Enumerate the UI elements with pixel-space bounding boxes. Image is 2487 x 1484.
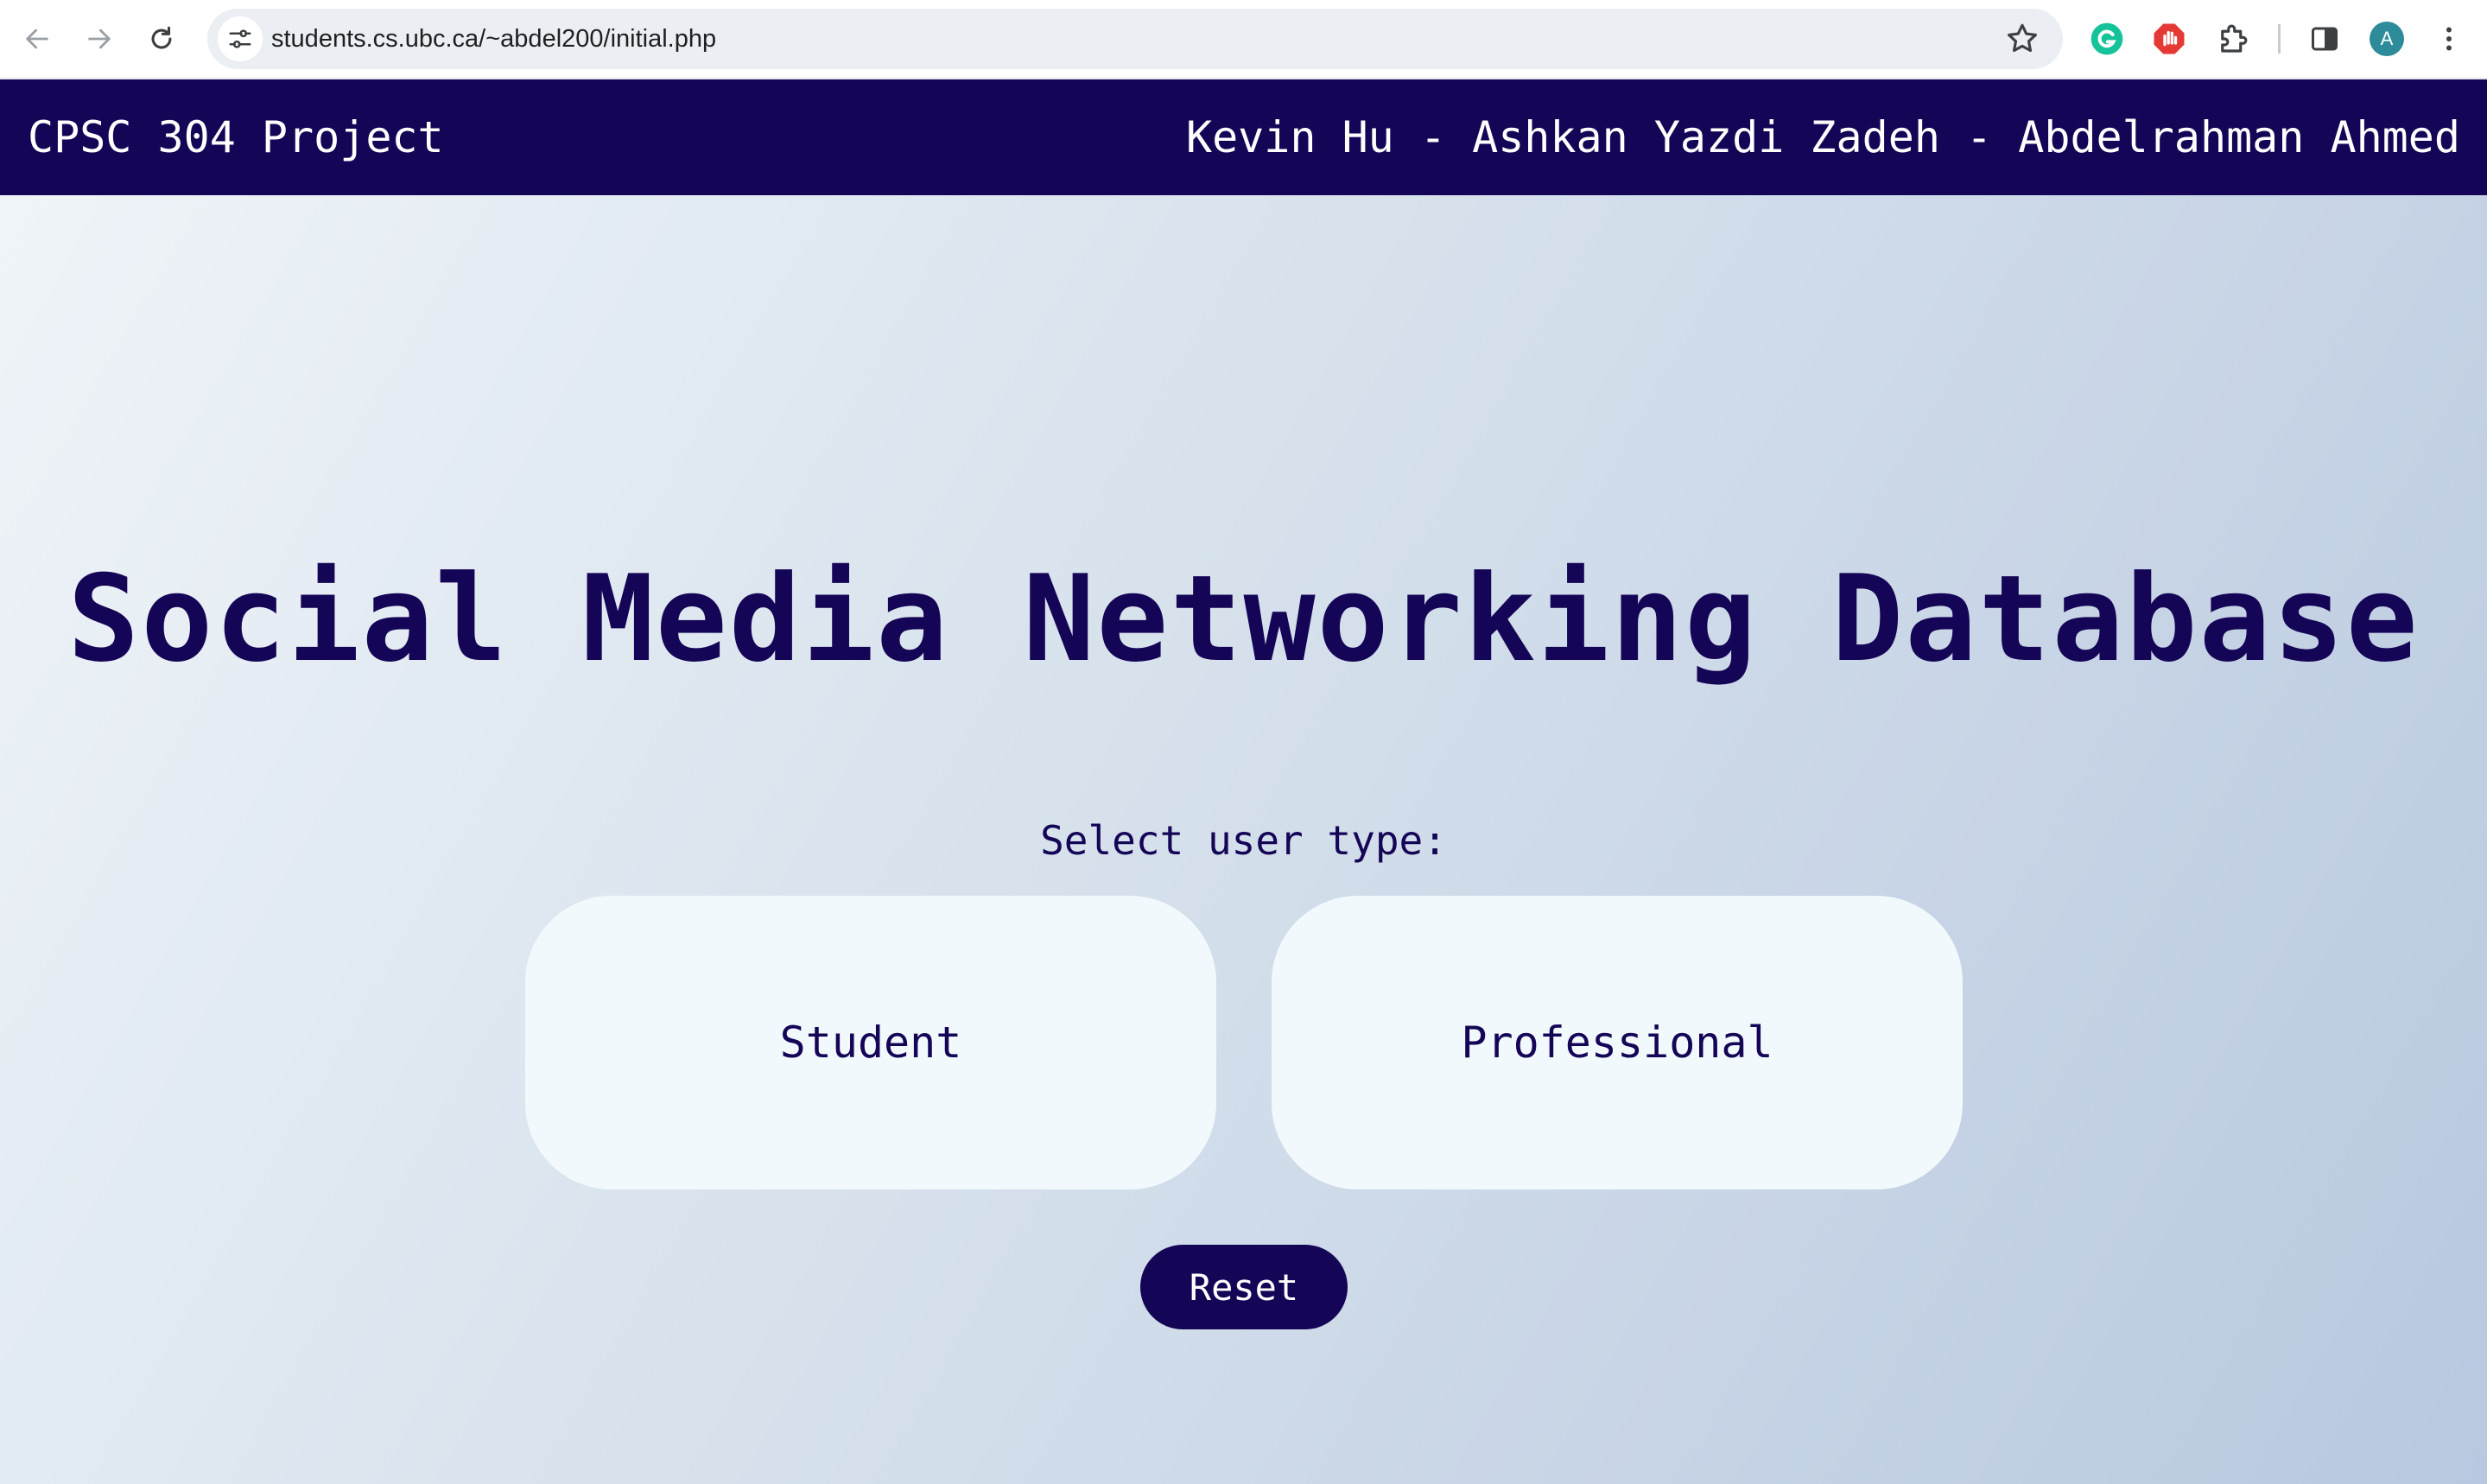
back-button[interactable] (12, 14, 62, 64)
main-content: Social Media Networking Database Select … (0, 195, 2487, 1484)
user-type-prompt: Select user type: (1040, 817, 1447, 864)
student-option-button[interactable]: Student (525, 896, 1216, 1189)
tune-icon (229, 29, 251, 48)
page-title: Social Media Networking Database (67, 549, 2420, 688)
app-header: CPSC 304 Project Kevin Hu - Ashkan Yazdi… (0, 79, 2487, 195)
adblock-extension[interactable] (2148, 17, 2191, 60)
grammarly-icon (2090, 22, 2123, 55)
address-bar[interactable]: students.cs.ubc.ca/~abdel200/initial.php (207, 9, 2063, 69)
grammarly-extension[interactable] (2085, 17, 2129, 60)
star-icon[interactable] (2004, 21, 2040, 57)
reload-icon (151, 26, 172, 49)
puzzle-icon (2221, 24, 2248, 53)
reset-button-label: Reset (1189, 1265, 1299, 1309)
student-option-label: Student (779, 1018, 962, 1068)
side-panel-icon (2312, 27, 2338, 51)
browser-menu-button[interactable] (2427, 17, 2471, 60)
extensions-button[interactable] (2211, 17, 2255, 60)
project-title: CPSC 304 Project (28, 112, 444, 162)
side-panel-button[interactable] (2303, 17, 2346, 60)
browser-toolbar: students.cs.ubc.ca/~abdel200/initial.php (0, 0, 2487, 79)
profile-avatar[interactable]: A (2365, 17, 2408, 60)
stop-hand-icon (2154, 23, 2185, 54)
kebab-menu-icon (2446, 27, 2452, 51)
forward-arrow-icon (88, 29, 111, 49)
reset-button[interactable]: Reset (1140, 1245, 1348, 1329)
professional-option-label: Professional (1461, 1018, 1773, 1068)
site-info-button[interactable] (218, 16, 263, 61)
back-arrow-icon (26, 29, 48, 49)
toolbar-divider (2278, 24, 2281, 54)
author-names: Kevin Hu - Ashkan Yazdi Zadeh - Abdelrah… (1185, 112, 2460, 162)
forward-button[interactable] (74, 14, 124, 64)
professional-option-button[interactable]: Professional (1272, 896, 1963, 1189)
url-text[interactable]: students.cs.ubc.ca/~abdel200/initial.php (271, 9, 716, 69)
reload-button[interactable] (136, 14, 187, 64)
profile-initial: A (2380, 28, 2394, 49)
